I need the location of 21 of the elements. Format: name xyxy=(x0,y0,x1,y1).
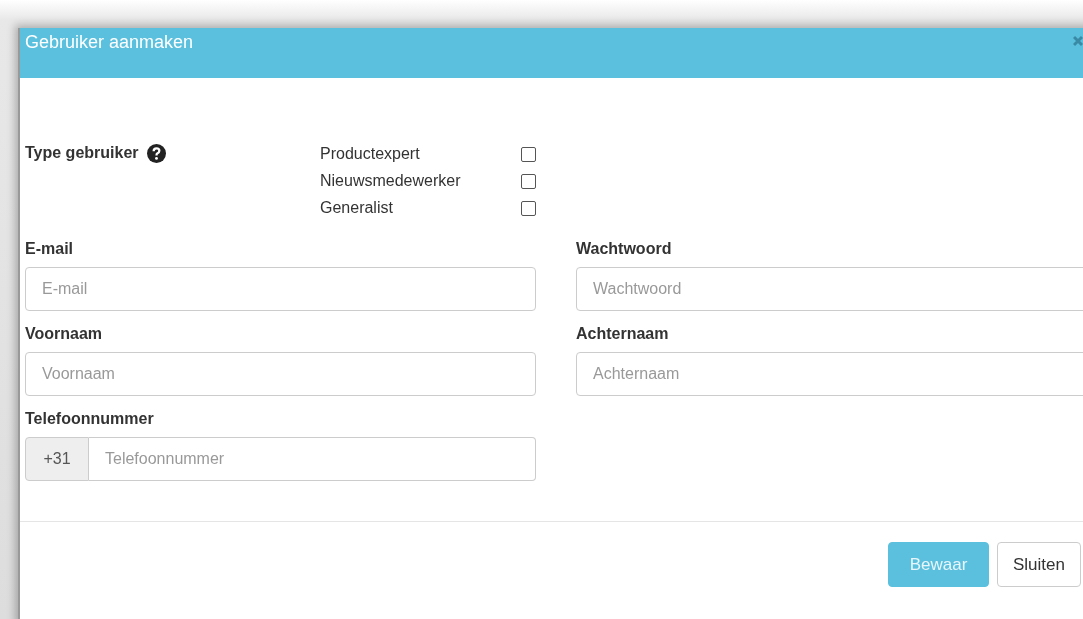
checkbox-label: Generalist xyxy=(320,199,393,217)
input-field[interactable]: Telefoonnummer xyxy=(89,437,536,481)
dialog-title: Gebruiker aanmaken xyxy=(25,32,194,53)
checkbox[interactable] xyxy=(521,200,536,216)
field-label: Voornaam xyxy=(25,325,104,343)
country-code-addon: +31 xyxy=(25,437,89,481)
checkbox[interactable] xyxy=(521,173,536,189)
close-button[interactable]: Sluiten xyxy=(997,542,1081,587)
help-icon[interactable] xyxy=(146,144,166,163)
field-label: Achternaam xyxy=(576,325,670,343)
field-label: E-mail xyxy=(25,240,74,258)
input-field[interactable]: Wachtwoord xyxy=(576,267,1083,311)
field-label: Telefoonnummer xyxy=(25,410,155,428)
checkbox-label: Nieuwsmedewerker xyxy=(320,172,461,190)
checkbox[interactable] xyxy=(521,146,536,162)
input-field[interactable]: E-mail xyxy=(25,267,536,311)
field-label: Type gebruiker xyxy=(25,144,139,162)
field-label: Wachtwoord xyxy=(576,240,673,258)
input-field[interactable]: Achternaam xyxy=(576,352,1083,396)
checkbox-label: Productexpert xyxy=(320,145,420,163)
input-field[interactable]: Voornaam xyxy=(25,352,536,396)
